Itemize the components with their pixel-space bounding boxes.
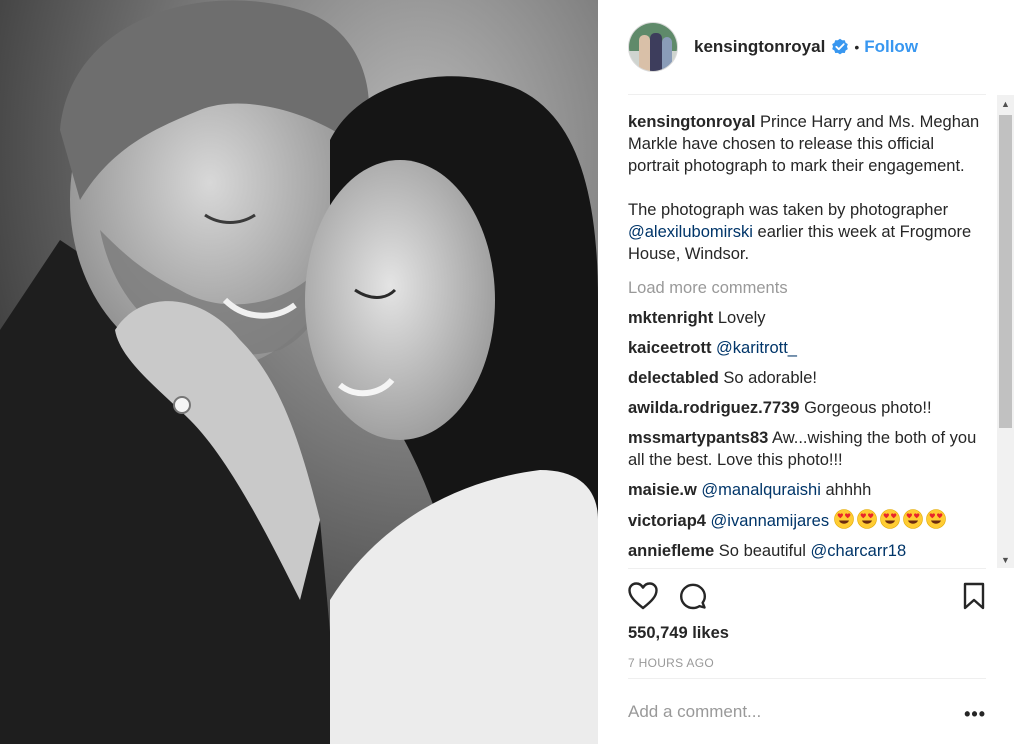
- comment-item: mssmartypants83 Aw...wishing the both of…: [628, 427, 988, 471]
- avatar[interactable]: [628, 22, 678, 72]
- comment-text: Lovely: [717, 309, 766, 327]
- comment-box-divider: [628, 678, 986, 679]
- comment-text: ahhhh: [825, 481, 872, 499]
- scroll-down-arrow-icon[interactable]: ▼: [997, 551, 1014, 568]
- heart-eyes-emoji: [902, 509, 923, 529]
- comment-item: maisie.w @manalquraishi ahhhh: [628, 479, 988, 501]
- comment-username[interactable]: victoriap4: [628, 512, 706, 530]
- header-divider: [628, 94, 986, 95]
- comment-item: victoriap4 @ivannamijares: [628, 509, 988, 532]
- comment-username[interactable]: maisie.w: [628, 481, 697, 499]
- load-more-comments-button[interactable]: Load more comments: [628, 277, 988, 299]
- comment-username[interactable]: mktenright: [628, 309, 713, 327]
- comments-list[interactable]: kensingtonroyal Prince Harry and Ms. Meg…: [628, 100, 988, 568]
- comment-username[interactable]: anniefleme: [628, 542, 714, 560]
- actions-divider: [628, 568, 986, 569]
- comment-username[interactable]: awilda.rodriguez.7739: [628, 399, 799, 417]
- comments-scrollbar[interactable]: ▲ ▼: [997, 95, 1014, 568]
- heart-eyes-emoji: [879, 509, 900, 529]
- comment-bubble-icon[interactable]: [678, 582, 708, 617]
- portrait-photograph: [0, 0, 598, 744]
- header-separator: •: [854, 39, 860, 55]
- comment-item: anniefleme So beautiful @charcarr18: [628, 540, 988, 562]
- comment-text: So beautiful: [718, 542, 806, 560]
- caption-mention-link[interactable]: @alexilubomirski: [628, 223, 753, 241]
- add-comment-input[interactable]: Add a comment...: [628, 702, 761, 722]
- follow-button[interactable]: Follow: [864, 37, 918, 57]
- comment-username[interactable]: mssmartypants83: [628, 429, 768, 447]
- post-caption: kensingtonroyal Prince Harry and Ms. Meg…: [628, 111, 988, 265]
- post-photo[interactable]: [0, 0, 598, 744]
- more-options-button[interactable]: •••: [964, 704, 986, 725]
- comment-text: So adorable!: [723, 369, 817, 387]
- scroll-up-arrow-icon[interactable]: ▲: [997, 95, 1014, 112]
- comment-mention-link[interactable]: @charcarr18: [811, 542, 907, 560]
- comment-username[interactable]: kaiceetrott: [628, 339, 711, 357]
- comment-item: mktenright Lovely: [628, 307, 988, 329]
- heart-outline-icon[interactable]: [628, 582, 658, 615]
- verified-badge-icon: [831, 38, 849, 56]
- caption-text-2-pre: The photograph was taken by photographer: [628, 201, 949, 219]
- post-timestamp[interactable]: 7 HOURS AGO: [628, 656, 714, 670]
- comment-text: Gorgeous photo!!: [804, 399, 932, 417]
- likes-count[interactable]: 550,749 likes: [628, 624, 729, 643]
- heart-eyes-emoji-row: [833, 509, 949, 530]
- heart-eyes-emoji: [925, 509, 946, 529]
- comment-mention-link[interactable]: @karitrott_: [716, 339, 797, 357]
- comment-mention-link[interactable]: @manalquraishi: [701, 481, 820, 499]
- comment-item: delectabled So adorable!: [628, 367, 988, 389]
- caption-username[interactable]: kensingtonroyal: [628, 113, 755, 131]
- scrollbar-thumb[interactable]: [999, 115, 1012, 428]
- post-header: kensingtonroyal • Follow: [628, 20, 986, 74]
- comment-item: awilda.rodriguez.7739 Gorgeous photo!!: [628, 397, 988, 419]
- heart-eyes-emoji: [833, 509, 854, 529]
- post-actions: [628, 580, 986, 614]
- heart-eyes-emoji: [856, 509, 877, 529]
- post-username[interactable]: kensingtonroyal: [694, 37, 825, 57]
- comment-username[interactable]: delectabled: [628, 369, 719, 387]
- comment-mention-link[interactable]: @ivannamijares: [711, 512, 830, 530]
- bookmark-icon[interactable]: [962, 582, 986, 615]
- comment-item: kaiceetrott @karitrott_: [628, 337, 988, 359]
